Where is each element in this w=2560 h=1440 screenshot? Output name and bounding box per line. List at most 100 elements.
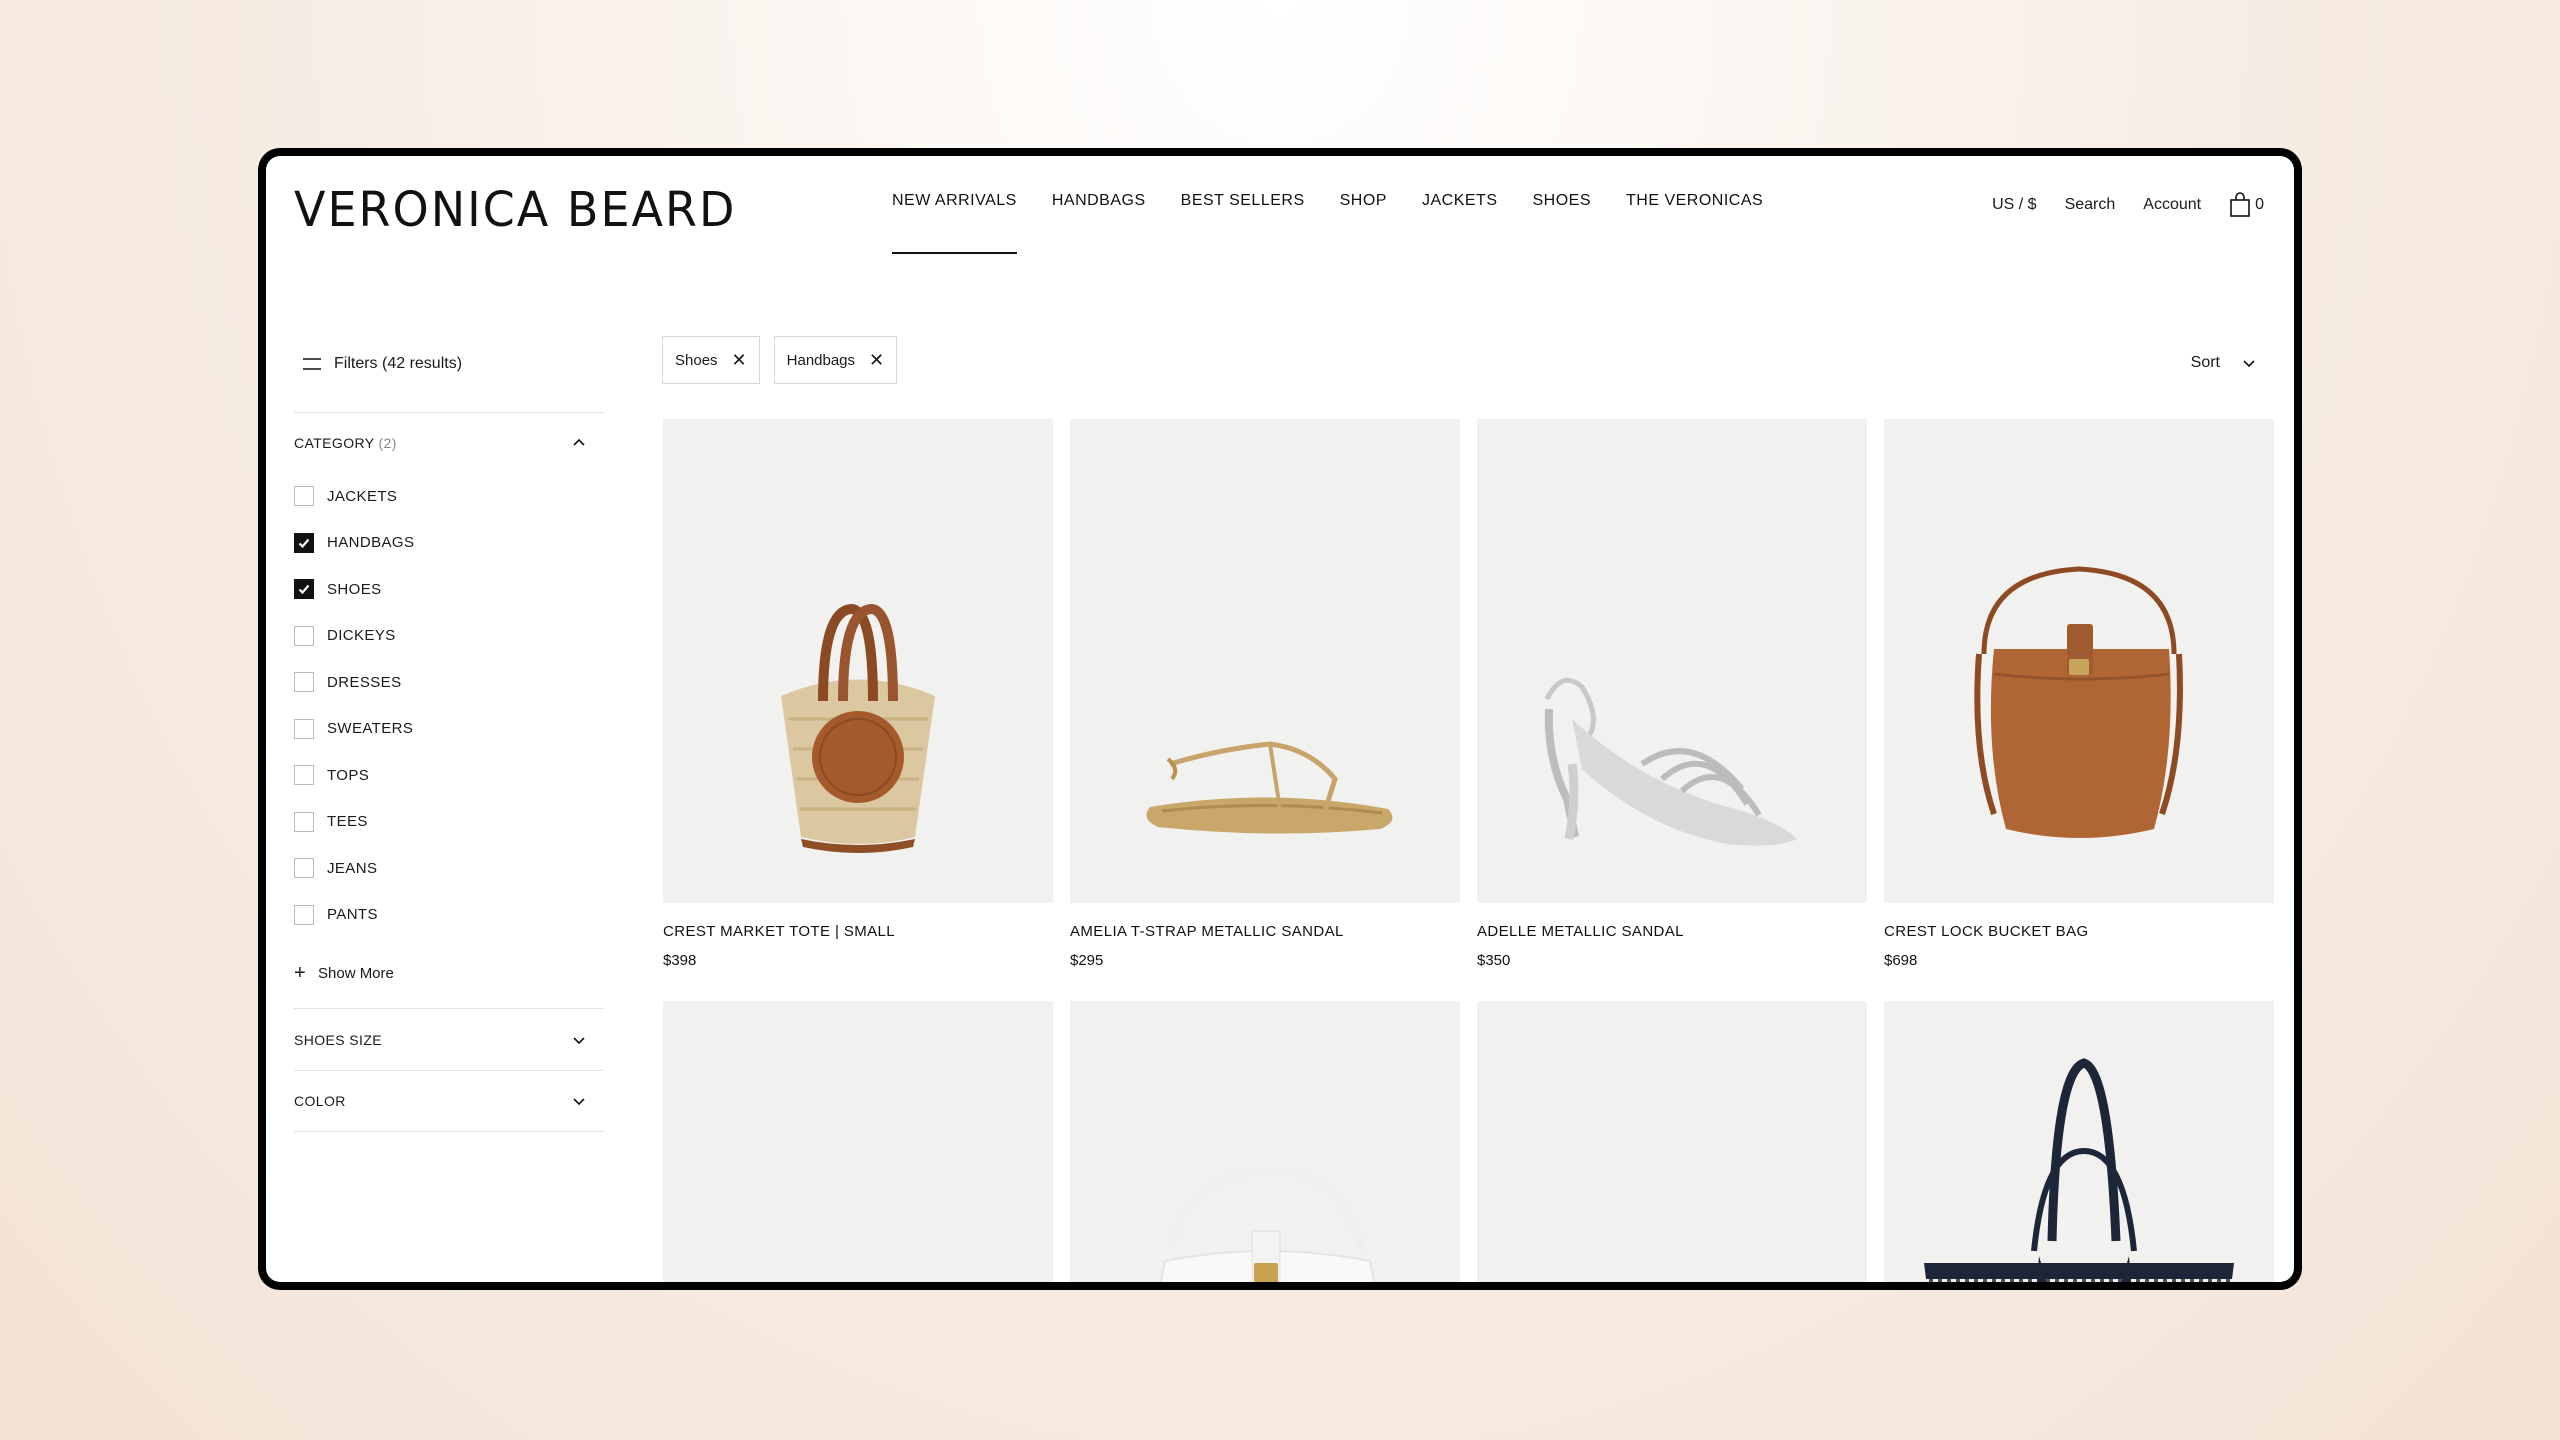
category-option-label: TOPS <box>327 766 370 784</box>
main-nav: NEW ARRIVALS HANDBAGS BEST SELLERS SHOP … <box>892 192 1763 254</box>
device-frame: VERONICA BEARD NEW ARRIVALS HANDBAGS BES… <box>258 148 2302 1290</box>
category-option-handbags[interactable]: HANDBAGS <box>294 520 604 567</box>
product-image[interactable] <box>663 1001 1053 1282</box>
product-image[interactable] <box>1070 419 1460 903</box>
shoes-size-label: SHOES SIZE <box>294 1031 383 1048</box>
product-card[interactable] <box>1884 1001 2274 1282</box>
cart-button[interactable]: 0 <box>2229 192 2264 218</box>
product-name[interactable]: CREST LOCK BUCKET BAG <box>1884 923 2274 940</box>
color-label: COLOR <box>294 1093 346 1109</box>
product-card[interactable] <box>1070 1001 1460 1282</box>
product-price: $350 <box>1477 952 1511 969</box>
category-option-jeans[interactable]: JEANS <box>294 845 604 892</box>
sort-label: Sort <box>2190 354 2220 371</box>
category-title: CATEGORY <box>294 435 375 451</box>
checkbox[interactable] <box>294 625 314 646</box>
account-link[interactable]: Account <box>2143 196 2201 214</box>
filter-sidebar: Filters (42 results) CATEGORY (2) JACKETS… <box>294 346 604 1132</box>
checkbox[interactable] <box>294 486 314 507</box>
chevron-down-icon <box>573 1098 585 1106</box>
close-icon[interactable]: ✕ <box>869 351 884 369</box>
checkbox[interactable] <box>294 718 314 739</box>
product-info: CREST MARKET TOTE | SMALL $398 <box>663 903 1053 1001</box>
nav-jackets[interactable]: JACKETS <box>1422 192 1498 254</box>
checkmark-icon <box>298 585 310 595</box>
product-price: $398 <box>663 952 697 969</box>
category-option-sweaters[interactable]: SWEATERS <box>294 706 604 753</box>
category-option-label: TEES <box>327 813 368 831</box>
chevron-down-icon <box>2243 360 2255 368</box>
filters-label: Filters (42 results) <box>334 355 463 372</box>
product-card[interactable]: AMELIA T-STRAP METALLIC SANDAL $295 <box>1070 419 1460 1001</box>
category-section-header[interactable]: CATEGORY (2) <box>294 413 604 473</box>
product-illustration-straw-tote <box>781 603 935 853</box>
product-name[interactable]: ADELLE METALLIC SANDAL <box>1477 923 1867 940</box>
product-image[interactable] <box>1070 1001 1460 1282</box>
product-image[interactable] <box>663 419 1053 903</box>
category-option-label: JEANS <box>327 859 378 877</box>
nav-the-veronicas[interactable]: THE VERONICAS <box>1626 192 1763 254</box>
product-illustration-white-bag <box>1160 1166 1375 1282</box>
product-image[interactable] <box>1884 419 2274 903</box>
category-option-shoes[interactable]: SHOES <box>294 566 604 613</box>
filters-toggle[interactable]: Filters (42 results) <box>294 346 604 382</box>
product-card[interactable]: CREST MARKET TOTE | SMALL $398 <box>663 419 1053 1001</box>
category-option-label: SWEATERS <box>327 720 414 738</box>
product-card[interactable]: ADELLE METALLIC SANDAL $350 <box>1477 419 1867 1001</box>
nav-new-arrivals[interactable]: NEW ARRIVALS <box>892 192 1017 254</box>
checkbox[interactable] <box>294 765 314 786</box>
category-option-label: SHOES <box>327 580 382 598</box>
product-name[interactable]: CREST MARKET TOTE | SMALL <box>663 923 1053 940</box>
product-info: CREST LOCK BUCKET BAG $698 <box>1884 903 2274 1001</box>
shoes-size-section[interactable]: SHOES SIZE <box>294 1008 604 1070</box>
chip-handbags[interactable]: Handbags ✕ <box>773 336 898 384</box>
chip-shoes[interactable]: Shoes ✕ <box>662 336 760 384</box>
brand-logo[interactable]: VERONICA BEARD <box>294 181 736 238</box>
utility-nav: US / $ Search Account 0 <box>1992 192 2264 218</box>
category-option-dresses[interactable]: DRESSES <box>294 659 604 706</box>
checkbox[interactable] <box>294 579 314 600</box>
locale-selector[interactable]: US / $ <box>1992 196 2036 214</box>
nav-shoes[interactable]: SHOES <box>1532 192 1591 254</box>
product-card[interactable] <box>1477 1001 1867 1282</box>
category-option-jackets[interactable]: JACKETS <box>294 473 604 520</box>
checkbox[interactable] <box>294 904 314 925</box>
active-filter-chips: Shoes ✕ Handbags ✕ <box>662 336 898 384</box>
checkbox[interactable] <box>294 811 314 832</box>
nav-best-sellers[interactable]: BEST SELLERS <box>1181 192 1305 254</box>
show-more-button[interactable]: + Show More <box>294 938 604 1008</box>
close-icon[interactable]: ✕ <box>732 351 747 369</box>
category-option-pants[interactable]: PANTS <box>294 892 604 939</box>
nav-handbags[interactable]: HANDBAGS <box>1052 192 1146 254</box>
color-section[interactable]: COLOR <box>294 1070 604 1132</box>
checkbox[interactable] <box>294 672 314 693</box>
product-illustration-gold-flat-sandal <box>1146 741 1393 834</box>
checkbox[interactable] <box>294 858 314 879</box>
product-illustration-striped-tote <box>1924 1058 2234 1282</box>
category-list: JACKETS HANDBAGS SHOES DICKEYS DRESSES SWEATE… <box>294 473 604 938</box>
category-option-tees[interactable]: TEES <box>294 799 604 846</box>
product-image[interactable] <box>1884 1001 2274 1282</box>
product-illustration-empty <box>663 1001 1053 1282</box>
checkbox[interactable] <box>294 532 314 553</box>
product-image[interactable] <box>1477 419 1867 903</box>
sort-dropdown[interactable]: Sort <box>2191 354 2258 372</box>
product-grid: CREST MARKET TOTE | SMALL $398 AMELIA T-S… <box>663 419 2274 1282</box>
category-option-label: DRESSES <box>327 673 402 691</box>
product-illustration-silver-heel-sandal <box>1544 677 1797 846</box>
product-card[interactable]: CREST LOCK BUCKET BAG $698 <box>1884 419 2274 1001</box>
product-price: $698 <box>1884 952 1918 969</box>
nav-shop[interactable]: SHOP <box>1340 192 1387 254</box>
search-link[interactable]: Search <box>2065 196 2116 214</box>
cart-count: 0 <box>2255 196 2264 213</box>
product-image[interactable] <box>1477 1001 1867 1282</box>
product-card[interactable] <box>663 1001 1053 1282</box>
chevron-up-icon <box>573 438 585 446</box>
product-name[interactable]: AMELIA T-STRAP METALLIC SANDAL <box>1070 923 1460 940</box>
shopping-bag-icon <box>2230 192 2250 217</box>
plus-icon: + <box>294 962 306 984</box>
product-price: $295 <box>1070 952 1104 969</box>
category-option-dickeys[interactable]: DICKEYS <box>294 613 604 660</box>
category-option-tops[interactable]: TOPS <box>294 752 604 799</box>
checkmark-icon <box>298 538 310 548</box>
